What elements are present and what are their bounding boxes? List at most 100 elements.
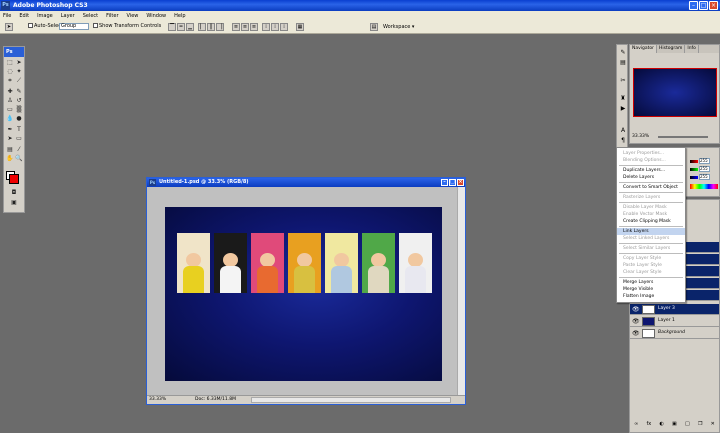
workspace-icon[interactable]: ▤ — [370, 23, 378, 31]
blur-tool-icon[interactable]: 💧 — [6, 115, 14, 123]
context-menu-item[interactable]: Convert to Smart Object — [617, 184, 685, 191]
menu-select[interactable]: Select — [83, 13, 98, 19]
green-slider[interactable] — [690, 167, 698, 171]
eyedropper-icon[interactable]: ⁄ — [15, 146, 23, 154]
path-select-icon[interactable]: ➤ — [6, 135, 14, 143]
menu-edit[interactable]: Edit — [19, 13, 29, 19]
doc-minimize-button[interactable]: – — [441, 179, 448, 186]
color-ramp[interactable] — [690, 184, 718, 189]
context-menu-item[interactable]: Delete Layers — [617, 174, 685, 181]
layer-row[interactable]: 👁 Background — [630, 328, 719, 339]
menu-window[interactable]: Window — [146, 13, 166, 19]
shape-tool-icon[interactable]: ▭ — [15, 135, 23, 143]
gradient-tool-icon[interactable]: ▒ — [15, 106, 23, 114]
layer-mask-icon[interactable]: ◐ — [659, 421, 663, 429]
distribute-top-icon[interactable]: ≡ — [232, 23, 240, 31]
red-slider[interactable] — [690, 159, 698, 163]
auto-select-dropdown[interactable]: Group — [59, 23, 89, 30]
align-top-icon[interactable]: ▔ — [168, 23, 176, 31]
history-icon[interactable]: ♜ — [619, 95, 627, 103]
distribute-middle-icon[interactable]: ≡ — [241, 23, 249, 31]
eye-icon[interactable]: 👁 — [632, 330, 640, 337]
maximize-button[interactable]: □ — [699, 1, 708, 10]
close-button[interactable]: × — [709, 1, 718, 10]
context-menu-item[interactable]: Merge Visible — [617, 286, 685, 293]
distribute-right-icon[interactable]: ⁞ — [280, 23, 288, 31]
zoom-level[interactable]: 33.33% — [149, 396, 166, 404]
context-menu-item[interactable]: Duplicate Layers... — [617, 167, 685, 174]
slice-tool-icon[interactable]: ⟋ — [15, 77, 23, 85]
tab-navigator[interactable]: Navigator — [630, 45, 658, 53]
tab-info[interactable]: Info — [685, 45, 699, 53]
tool-presets-icon[interactable]: ▤ — [619, 59, 627, 67]
character-icon[interactable]: A — [619, 127, 627, 135]
distribute-left-icon[interactable]: ⁞ — [262, 23, 270, 31]
history-brush-icon[interactable]: ↺ — [15, 97, 23, 105]
pen-tool-icon[interactable]: ✒ — [6, 126, 14, 134]
type-tool-icon[interactable]: T — [15, 126, 23, 134]
tab-histogram[interactable]: Histogram — [657, 45, 686, 53]
navigator-preview[interactable] — [633, 68, 717, 117]
brush-tool-icon[interactable]: ✎ — [15, 88, 23, 96]
actions-icon[interactable]: ▶ — [619, 105, 627, 113]
clone-stamp-icon[interactable]: ♙ — [6, 97, 14, 105]
eye-icon[interactable]: 👁 — [632, 306, 640, 313]
move-tool-icon[interactable]: ➤ — [5, 23, 13, 31]
delete-layer-icon[interactable]: ✕ — [711, 421, 715, 429]
doc-maximize-button[interactable]: □ — [449, 179, 456, 186]
brushes-icon[interactable]: ✎ — [619, 49, 627, 57]
align-bottom-icon[interactable]: ▁ — [186, 23, 194, 31]
hand-tool-icon[interactable]: ✋ — [6, 155, 14, 163]
magic-wand-icon[interactable]: ✦ — [15, 68, 23, 76]
minimize-button[interactable]: – — [689, 1, 698, 10]
distribute-center-icon[interactable]: ⁞ — [271, 23, 279, 31]
layer-row[interactable]: 👁 Layer 3 — [630, 304, 719, 315]
distribute-bottom-icon[interactable]: ≡ — [250, 23, 258, 31]
vertical-scrollbar[interactable] — [457, 187, 465, 396]
align-right-icon[interactable]: ▕ — [216, 23, 224, 31]
healing-brush-icon[interactable]: ✚ — [6, 88, 14, 96]
menu-image[interactable]: Image — [37, 13, 53, 19]
align-left-icon[interactable]: ▏ — [198, 23, 206, 31]
paragraph-icon[interactable]: ¶ — [619, 137, 627, 145]
screen-mode-icon[interactable]: ▣ — [10, 199, 18, 207]
notes-tool-icon[interactable]: ▤ — [6, 146, 14, 154]
red-value[interactable]: 255 — [699, 158, 710, 164]
marquee-tool-icon[interactable]: ⬚ — [6, 59, 14, 67]
layer-comps-icon[interactable]: ✂ — [619, 77, 627, 85]
quick-mask-icon[interactable]: ◘ — [10, 189, 18, 197]
show-transform-option[interactable]: Show Transform Controls — [93, 23, 161, 30]
align-middle-icon[interactable]: ═ — [177, 23, 185, 31]
eraser-tool-icon[interactable]: ▭ — [6, 106, 14, 114]
auto-align-icon[interactable]: ▦ — [296, 23, 304, 31]
auto-select-checkbox[interactable] — [28, 23, 33, 28]
dodge-tool-icon[interactable]: ● — [15, 115, 23, 123]
blue-slider[interactable] — [690, 175, 698, 179]
zoom-tool-icon[interactable]: 🔍 — [15, 155, 23, 163]
canvas[interactable] — [165, 207, 442, 381]
foreground-color-swatch[interactable] — [9, 174, 19, 184]
blue-value[interactable]: 255 — [699, 174, 710, 180]
layer-row[interactable]: 👁 Layer 1 — [630, 316, 719, 327]
navigator-zoom-slider[interactable] — [658, 136, 708, 138]
green-value[interactable]: 255 — [699, 166, 710, 172]
move-tool-icon[interactable]: ➤ — [15, 59, 23, 67]
context-menu-item[interactable]: Merge Layers — [617, 279, 685, 286]
new-layer-icon[interactable]: ❐ — [698, 421, 702, 429]
context-menu-item[interactable]: Create Clipping Mask — [617, 218, 685, 225]
context-menu-item[interactable]: Link Layers — [617, 228, 685, 235]
adjustment-layer-icon[interactable]: ▣ — [672, 421, 677, 429]
show-transform-checkbox[interactable] — [93, 23, 98, 28]
layer-style-icon[interactable]: fx — [647, 421, 652, 429]
new-group-icon[interactable]: □ — [685, 421, 690, 429]
align-center-icon[interactable]: ║ — [207, 23, 215, 31]
menu-file[interactable]: File — [3, 13, 11, 19]
eye-icon[interactable]: 👁 — [632, 318, 640, 325]
crop-tool-icon[interactable]: ⌗ — [6, 77, 14, 85]
context-menu-item[interactable]: Flatten Image — [617, 293, 685, 300]
menu-view[interactable]: View — [127, 13, 139, 19]
navigator-zoom[interactable]: 33.33% — [632, 134, 649, 139]
horizontal-scrollbar[interactable] — [251, 397, 451, 403]
lasso-tool-icon[interactable]: ◌ — [6, 68, 14, 76]
menu-help[interactable]: Help — [174, 13, 185, 19]
